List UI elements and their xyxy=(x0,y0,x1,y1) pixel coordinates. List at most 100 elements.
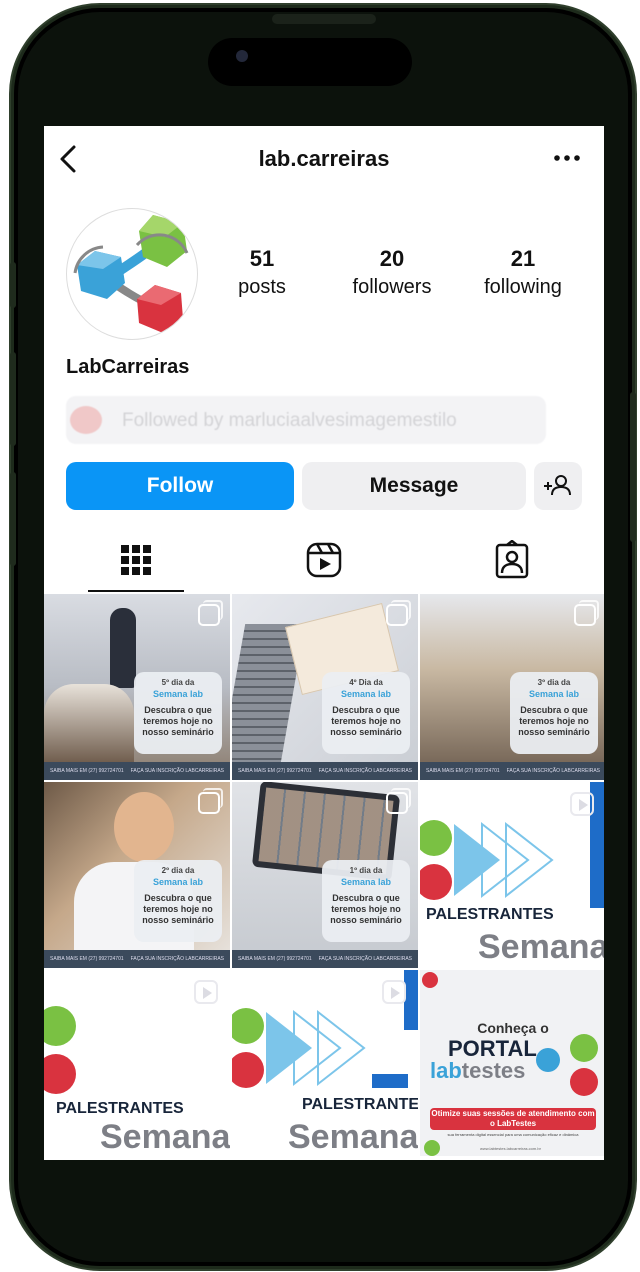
post-text: Descubra o que teremos hoje no nosso sem… xyxy=(330,705,402,737)
post-tile[interactable]: 2º dia da Semana lab Descubra o que tere… xyxy=(44,782,230,968)
screen: lab.carreiras 51 posts 20 followers 21 f… xyxy=(44,126,604,1160)
post-day: 3º dia da xyxy=(537,678,571,687)
post-day: 4º Dia da xyxy=(349,678,383,687)
follow-button[interactable]: Follow xyxy=(66,462,294,510)
volume-up-button xyxy=(10,352,16,446)
reel-tile[interactable]: PALESTRANTES Semana xyxy=(232,970,418,1156)
post-footer: SAIBA MAIS EM (27) 992724701 FAÇA SUA IN… xyxy=(232,762,418,780)
reel-speakers-text: PALESTRANTES xyxy=(302,1096,418,1113)
profile-name: LabCarreiras xyxy=(66,356,190,378)
post-footer: SAIBA MAIS EM (27) 992724701 FAÇA SUA IN… xyxy=(44,950,230,968)
front-camera xyxy=(236,50,248,62)
reel-icon xyxy=(570,792,594,816)
post-day: 2º dia da xyxy=(161,866,195,875)
followed-by-row[interactable]: Followed by marluciaalvesimagemestilo xyxy=(66,396,546,444)
post-footer: SAIBA MAIS EM (27) 992724701 FAÇA SUA IN… xyxy=(232,950,418,968)
post-tile[interactable]: 1º dia da Semana lab Descubra o que tere… xyxy=(232,782,418,968)
followers-label: followers xyxy=(352,276,432,298)
reel-speakers-text: PALESTRANTES xyxy=(426,906,554,923)
posts-grid: 5º dia da Semana lab Descubra o que tere… xyxy=(44,594,604,1160)
person-face-figure xyxy=(114,792,174,862)
carousel-icon xyxy=(386,600,411,626)
post-brand: Semana lab xyxy=(152,877,204,887)
speaker-figure xyxy=(110,608,136,688)
portal-brand: labtestes xyxy=(430,1058,525,1084)
following-stat[interactable]: 21 following xyxy=(458,246,588,299)
post-footer-left: SAIBA MAIS EM (27) 992724701 xyxy=(238,956,312,962)
dynamic-island xyxy=(208,38,412,86)
reel-semana-text: Semana xyxy=(100,1118,230,1156)
volume-down-button xyxy=(10,472,16,566)
post-tile[interactable]: 3º dia da Semana lab Descubra o que tere… xyxy=(420,594,604,780)
post-text: Descubra o que teremos hoje no nosso sem… xyxy=(142,705,214,737)
reel-semana-text: Semana xyxy=(288,1118,418,1156)
reels-icon[interactable] xyxy=(304,540,344,580)
post-day: 1º dia da xyxy=(349,866,383,875)
following-label: following xyxy=(484,276,562,298)
post-footer-left: SAIBA MAIS EM (27) 992724701 xyxy=(50,956,124,962)
followers-stat[interactable]: 20 followers xyxy=(327,246,457,299)
reel-icon xyxy=(382,980,406,1004)
avatar[interactable] xyxy=(66,208,198,340)
post-tile[interactable]: 5º dia da Semana lab Descubra o que tere… xyxy=(44,594,230,780)
followed-by-text: Followed by marluciaalvesimagemestilo xyxy=(122,410,457,431)
active-tab-indicator xyxy=(88,590,184,592)
post-footer-left: SAIBA MAIS EM (27) 992724701 xyxy=(50,768,124,774)
post-brand: Semana lab xyxy=(152,689,204,699)
reel-speakers-text: PALESTRANTES xyxy=(56,1100,184,1117)
post-tile[interactable]: 4º Dia da Semana lab Descubra o que tere… xyxy=(232,594,418,780)
mute-switch xyxy=(10,262,16,308)
post-brand: Semana lab xyxy=(340,877,392,887)
post-card: 5º dia da Semana lab Descubra o que tere… xyxy=(134,672,222,754)
post-card: 2º dia da Semana lab Descubra o que tere… xyxy=(134,860,222,942)
post-text: Descubra o que teremos hoje no nosso sem… xyxy=(330,893,402,925)
profile-header: lab.carreiras xyxy=(44,126,604,192)
more-options-icon[interactable] xyxy=(554,154,580,162)
carousel-icon xyxy=(386,788,411,814)
grid-icon[interactable] xyxy=(116,540,156,580)
reel-tile[interactable]: PALESTRANTES Semana xyxy=(420,782,604,968)
post-text: Descubra o que teremos hoje no nosso sem… xyxy=(518,705,590,737)
post-card: 1º dia da Semana lab Descubra o que tere… xyxy=(322,860,410,942)
carousel-icon xyxy=(574,600,599,626)
reel-semana-text: Semana xyxy=(478,928,604,966)
portal-intro-text: Conheça o xyxy=(477,1020,549,1036)
follower-avatar xyxy=(70,406,102,434)
post-day: 5º dia da xyxy=(161,678,195,687)
post-footer-left: SAIBA MAIS EM (27) 992724701 xyxy=(426,768,500,774)
profile-tabs xyxy=(44,530,604,594)
portal-cta: Otimize suas sessões de atendimento com … xyxy=(430,1108,596,1130)
post-brand: Semana lab xyxy=(528,689,580,699)
reel-tile[interactable]: PALESTRANTES Semana xyxy=(44,970,230,1156)
post-footer-right: FAÇA SUA INSCRIÇÃO LABCARREIRAS xyxy=(318,956,412,962)
speaker-grille xyxy=(272,14,376,24)
posts-stat[interactable]: 51 posts xyxy=(197,246,327,299)
post-footer: SAIBA MAIS EM (27) 992724701 FAÇA SUA IN… xyxy=(420,762,604,780)
power-button xyxy=(630,392,636,542)
message-button[interactable]: Message xyxy=(302,462,526,510)
post-footer-right: FAÇA SUA INSCRIÇÃO LABCARREIRAS xyxy=(318,768,412,774)
labcarreiras-logo-icon xyxy=(73,215,189,333)
post-footer: SAIBA MAIS EM (27) 992724701 FAÇA SUA IN… xyxy=(44,762,230,780)
posts-label: posts xyxy=(238,276,286,298)
tagged-icon[interactable] xyxy=(492,540,532,580)
portal-url-text: www.labtestes.labcarreiras.com.br xyxy=(480,1146,541,1151)
post-footer-left: SAIBA MAIS EM (27) 992724701 xyxy=(238,768,312,774)
post-footer-right: FAÇA SUA INSCRIÇÃO LABCARREIRAS xyxy=(130,956,224,962)
portal-brand-lab: lab xyxy=(430,1058,462,1083)
followers-count: 20 xyxy=(379,246,405,271)
post-card: 3º dia da Semana lab Descubra o que tere… xyxy=(510,672,598,754)
portal-sub-text: sua ferramenta digital essencial para um… xyxy=(447,1132,579,1137)
post-footer-right: FAÇA SUA INSCRIÇÃO LABCARREIRAS xyxy=(506,768,600,774)
reel-icon xyxy=(194,980,218,1004)
post-card: 4º Dia da Semana lab Descubra o que tere… xyxy=(322,672,410,754)
audience-figure xyxy=(44,684,134,764)
suggest-user-button[interactable] xyxy=(534,462,582,510)
posts-count: 51 xyxy=(249,246,275,271)
post-tile[interactable]: Conheça o PORTAL labtestes Otimize suas … xyxy=(420,970,604,1156)
carousel-icon xyxy=(198,600,223,626)
post-brand: Semana lab xyxy=(340,689,392,699)
post-footer-right: FAÇA SUA INSCRIÇÃO LABCARREIRAS xyxy=(130,768,224,774)
following-count: 21 xyxy=(510,246,536,271)
post-text: Descubra o que teremos hoje no nosso sem… xyxy=(142,893,214,925)
